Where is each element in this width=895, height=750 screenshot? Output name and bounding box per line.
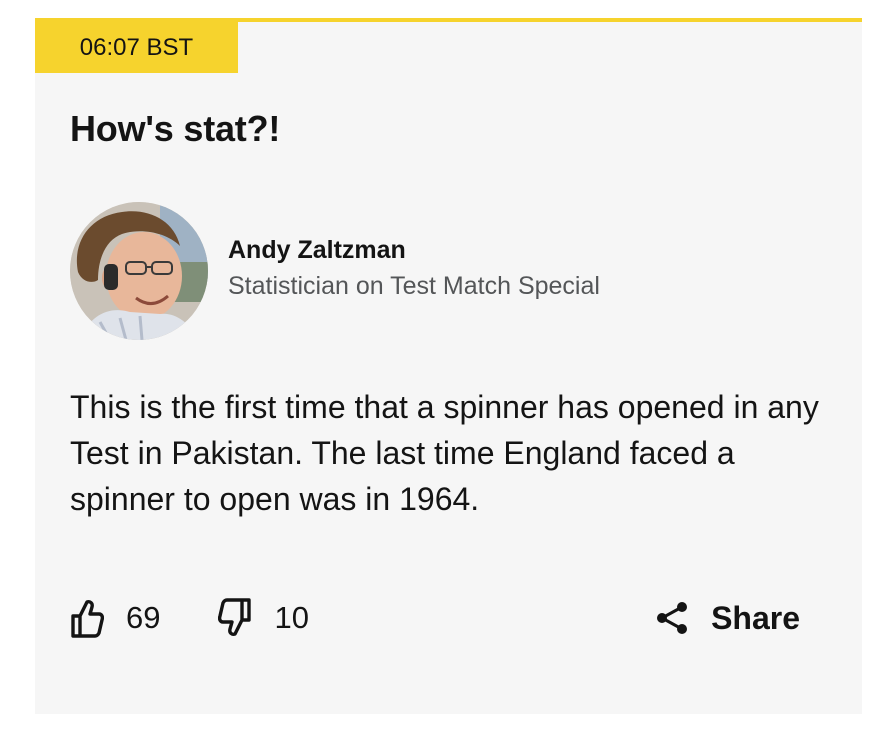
reactions-bar: 69 10	[70, 594, 309, 642]
dislike-button[interactable]: 10	[218, 598, 309, 638]
author-name[interactable]: Andy Zaltzman	[228, 236, 406, 265]
author-role: Statistician on Test Match Special	[228, 272, 600, 300]
live-post-card: 06:07 BST How's stat?! Andy Zaltzman Sta…	[35, 18, 862, 714]
share-label: Share	[711, 599, 800, 636]
author-avatar	[70, 202, 208, 340]
dislike-count: 10	[274, 600, 309, 635]
thumbs-down-icon	[218, 598, 252, 636]
post-title: How's stat?!	[70, 108, 281, 149]
post-body: This is the first time that a spinner ha…	[70, 389, 819, 517]
share-icon	[657, 602, 688, 634]
share-button[interactable]: Share	[655, 594, 800, 642]
like-count: 69	[126, 600, 161, 635]
timestamp-badge: 06:07 BST	[35, 22, 238, 73]
thumbs-up-icon	[71, 600, 104, 638]
like-button[interactable]: 69	[70, 598, 160, 638]
